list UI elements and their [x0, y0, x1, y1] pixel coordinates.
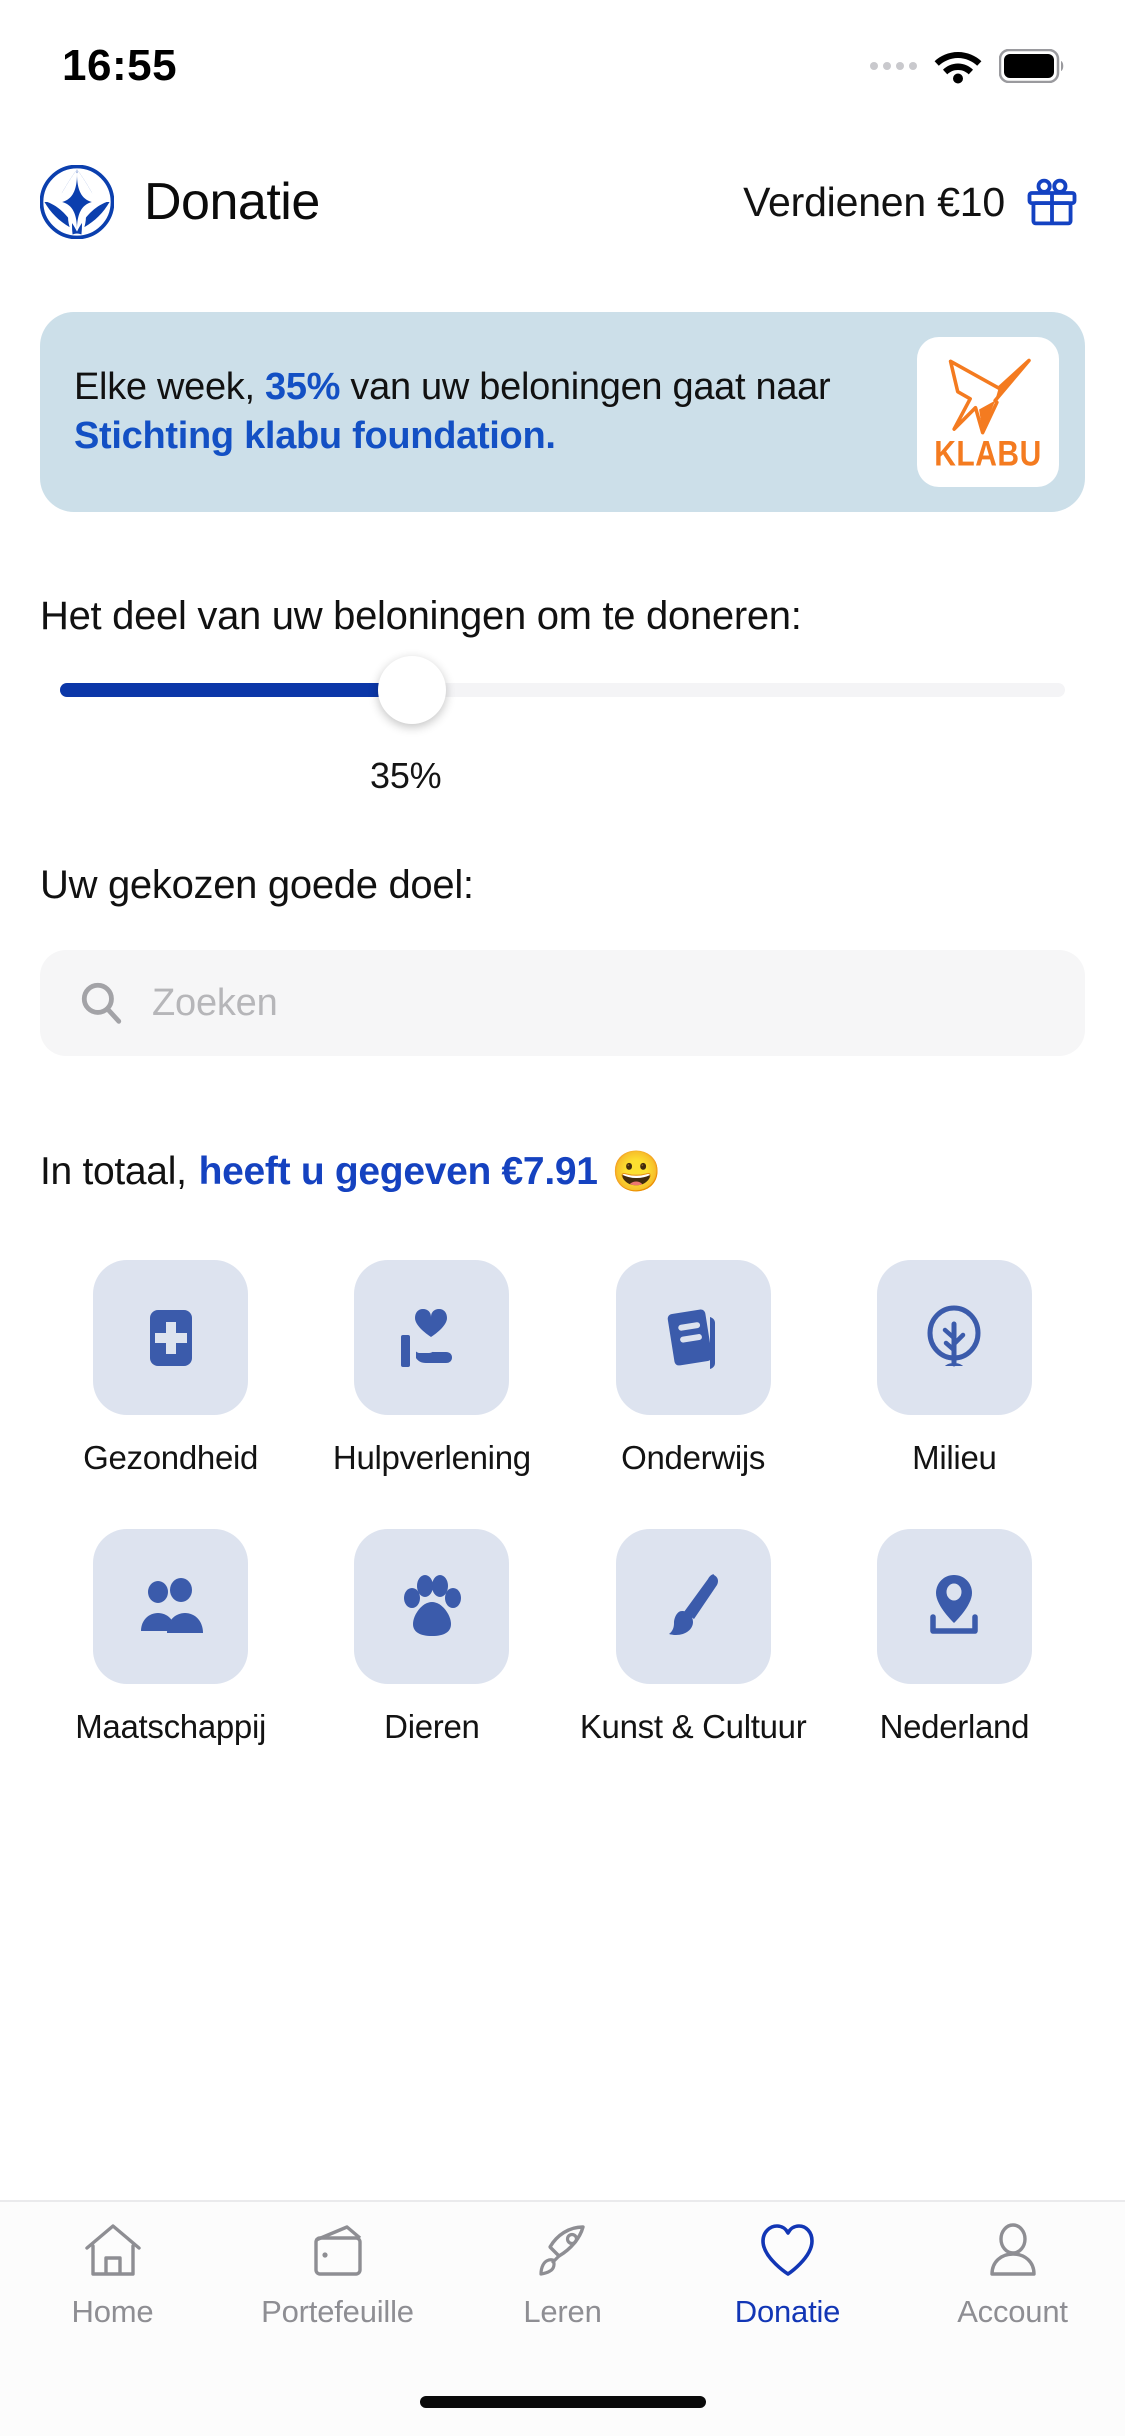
app-screen: 16:55 Donatie Verdienen €10 Elke week, 3… [0, 0, 1125, 2436]
category-tile[interactable] [93, 1260, 249, 1415]
wifi-icon [934, 52, 982, 84]
category-label: Dieren [384, 1708, 480, 1745]
category-label: Nederland [879, 1708, 1030, 1745]
banner-text: Elke week, 35% van uw beloningen gaat na… [74, 363, 917, 460]
medical-cross-icon [149, 1309, 192, 1366]
category-tile[interactable] [354, 1260, 510, 1415]
category-label: Gezondheid [83, 1439, 259, 1476]
share-section-label: Het deel van uw beloningen om te doneren… [40, 594, 802, 638]
book-icon [667, 1309, 716, 1369]
slider-track[interactable] [60, 656, 1065, 724]
category-tile[interactable] [615, 1529, 771, 1684]
signal-dots-icon [870, 62, 917, 70]
category-item-hulpverlening[interactable]: Hulpverlening [301, 1260, 562, 1477]
donation-banner[interactable]: Elke week, 35% van uw beloningen gaat na… [40, 312, 1085, 512]
page-title: Donatie [144, 173, 320, 231]
heart-icon [760, 2224, 814, 2276]
tab-leren[interactable]: Leren [450, 2222, 675, 2330]
category-item-nederland[interactable]: Nederland [824, 1529, 1085, 1746]
tab-label: Home [71, 2294, 154, 2329]
banner-organisation-link[interactable]: Stichting klabu foundation. [74, 415, 556, 457]
category-grid: Gezondheid Hulpverlening Onderwijs Milie… [40, 1260, 1085, 1746]
search-input[interactable] [152, 981, 1047, 1025]
category-item-kunst-cultuur[interactable]: Kunst & Cultuur [563, 1529, 824, 1746]
category-label: Milieu [912, 1439, 997, 1476]
battery-full-icon [999, 49, 1064, 83]
tab-label: Donatie [734, 2294, 841, 2329]
slider-fill [60, 683, 412, 697]
wallet-icon [313, 2225, 362, 2276]
klabu-bird-icon [948, 358, 1031, 435]
earn-label: Verdienen €10 [743, 178, 1005, 225]
banner-text-part1: Elke week, [74, 366, 266, 409]
tab-account[interactable]: Account [900, 2222, 1125, 2330]
category-label: Onderwijs [621, 1439, 766, 1476]
category-label: Hulpverlening [332, 1439, 531, 1476]
category-label: Kunst & Cultuur [579, 1708, 807, 1745]
app-header: Donatie Verdienen €10 [0, 146, 1125, 258]
paintbrush-icon [669, 1573, 719, 1635]
total-prefix: In totaal, [40, 1150, 187, 1193]
category-label: Maatschappij [75, 1708, 267, 1745]
gift-icon [1027, 178, 1077, 226]
category-item-dieren[interactable]: Dieren [301, 1529, 562, 1746]
status-time: 16:55 [62, 41, 178, 90]
total-donated-line: In totaal, heeft u gegeven €7.91 😀 [40, 1150, 1085, 1194]
paw-icon [403, 1574, 461, 1636]
banner-text-part2: van uw beloningen gaat naar [340, 366, 831, 409]
tab-portefeuille[interactable]: Portefeuille [225, 2222, 450, 2330]
category-item-maatschappij[interactable]: Maatschappij [40, 1529, 301, 1746]
map-pin-icon [930, 1574, 979, 1634]
status-bar: 16:55 [0, 0, 1125, 132]
main-content: Elke week, 35% van uw beloningen gaat na… [0, 258, 1125, 2200]
status-indicators [870, 48, 1067, 84]
category-tile[interactable] [876, 1529, 1032, 1684]
bottom-tab-bar: Home Portefeuille Leren Donatie Account [0, 2200, 1125, 2368]
tab-donatie[interactable]: Donatie [675, 2222, 900, 2330]
tab-home[interactable]: Home [0, 2222, 225, 2330]
search-icon [81, 982, 122, 1024]
category-item-onderwijs[interactable]: Onderwijs [563, 1260, 824, 1477]
tab-label: Portefeuille [261, 2294, 414, 2329]
charity-section-label: Uw gekozen goede doel: [40, 863, 474, 907]
klabu-wordmark: KLABU [934, 434, 1042, 474]
category-tile[interactable] [615, 1260, 771, 1415]
earn-reward-button[interactable]: Verdienen €10 [743, 175, 1079, 229]
category-tile[interactable] [354, 1529, 510, 1684]
tab-label: Account [957, 2294, 1068, 2329]
home-indicator[interactable] [419, 2396, 706, 2408]
total-amount: heeft u gegeven €7.91 [198, 1150, 598, 1193]
home-indicator-area [0, 2368, 1125, 2436]
tab-label: Leren [523, 2294, 602, 2329]
banner-percent: 35% [265, 366, 341, 409]
home-icon [84, 2224, 141, 2276]
tree-icon [927, 1305, 981, 1366]
category-tile[interactable] [876, 1260, 1032, 1415]
donation-share-slider[interactable]: 35% [40, 656, 1085, 796]
category-item-gezondheid[interactable]: Gezondheid [40, 1260, 301, 1477]
people-icon [140, 1577, 203, 1633]
hand-heart-icon [400, 1308, 452, 1367]
brand: Donatie [40, 165, 320, 239]
person-icon [989, 2223, 1036, 2276]
slider-value-label: 35% [370, 755, 442, 796]
klabu-logo: KLABU [917, 337, 1059, 487]
app-logo-icon [40, 165, 114, 239]
rocket-icon [538, 2225, 585, 2276]
slider-thumb[interactable] [377, 656, 446, 724]
charity-search-box[interactable] [40, 950, 1085, 1056]
smiley-emoji-icon: 😀 [611, 1150, 662, 1194]
category-tile[interactable] [93, 1529, 249, 1684]
category-item-milieu[interactable]: Milieu [824, 1260, 1085, 1477]
